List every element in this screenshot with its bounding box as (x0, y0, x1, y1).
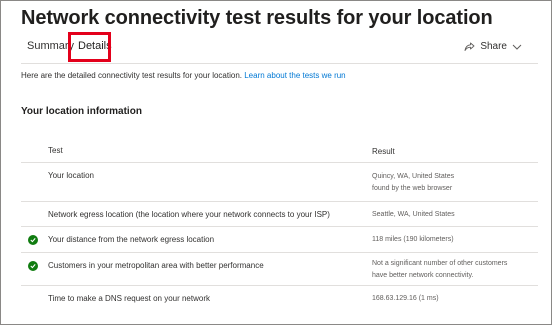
row-result-line: Quincy, WA, United States (372, 173, 455, 180)
row-result: 168.63.129.16 (1 ms) (372, 295, 439, 302)
table-header-row: Test Result (21, 136, 538, 162)
row-test-name: Your location (48, 171, 94, 180)
row-test-name: Customers in your metropolitan area with… (48, 261, 264, 270)
learn-more-link[interactable]: Learn about the tests we run (244, 71, 345, 80)
row-result: Quincy, WA, United States found by the w… (372, 171, 454, 195)
row-result: Seattle, WA, United States (372, 211, 455, 218)
row-result-line: Not a significant number of other custom… (372, 260, 508, 267)
page-title: Network connectivity test results for yo… (21, 7, 493, 29)
row-result-line: have better network connectivity. (372, 272, 474, 279)
share-button[interactable]: Share (464, 41, 522, 52)
table-row: Your location Quincy, WA, United States … (21, 162, 538, 201)
row-test-name: Network egress location (the location wh… (48, 210, 330, 219)
row-test-name: Your distance from the network egress lo… (48, 235, 215, 244)
row-test-name: Time to make a DNS request on your netwo… (48, 294, 210, 303)
pass-check-icon (28, 235, 38, 245)
share-label: Share (480, 41, 507, 52)
column-header-test: Test (48, 146, 63, 155)
callout-highlight-box (68, 32, 111, 62)
column-header-result: Result (372, 147, 395, 156)
table-row: Time to make a DNS request on your netwo… (21, 285, 538, 313)
table-row: Network egress location (the location wh… (21, 201, 538, 226)
row-result: 118 miles (190 kilometers) (372, 236, 454, 243)
results-table: Test Result Your location Quincy, WA, Un… (21, 136, 538, 313)
table-row: Your distance from the network egress lo… (21, 226, 538, 252)
header-divider (21, 63, 538, 64)
section-title: Your location information (21, 106, 142, 117)
intro-text: Here are the detailed connectivity test … (21, 71, 346, 80)
row-result: Not a significant number of other custom… (372, 258, 507, 282)
tab-summary[interactable]: Summary (27, 40, 74, 52)
row-result-line: found by the web browser (372, 185, 453, 192)
chevron-down-icon (512, 44, 522, 50)
share-icon (464, 42, 475, 52)
pass-check-icon (28, 261, 38, 271)
table-row: Customers in your metropolitan area with… (21, 252, 538, 285)
intro-sentence: Here are the detailed connectivity test … (21, 71, 242, 80)
